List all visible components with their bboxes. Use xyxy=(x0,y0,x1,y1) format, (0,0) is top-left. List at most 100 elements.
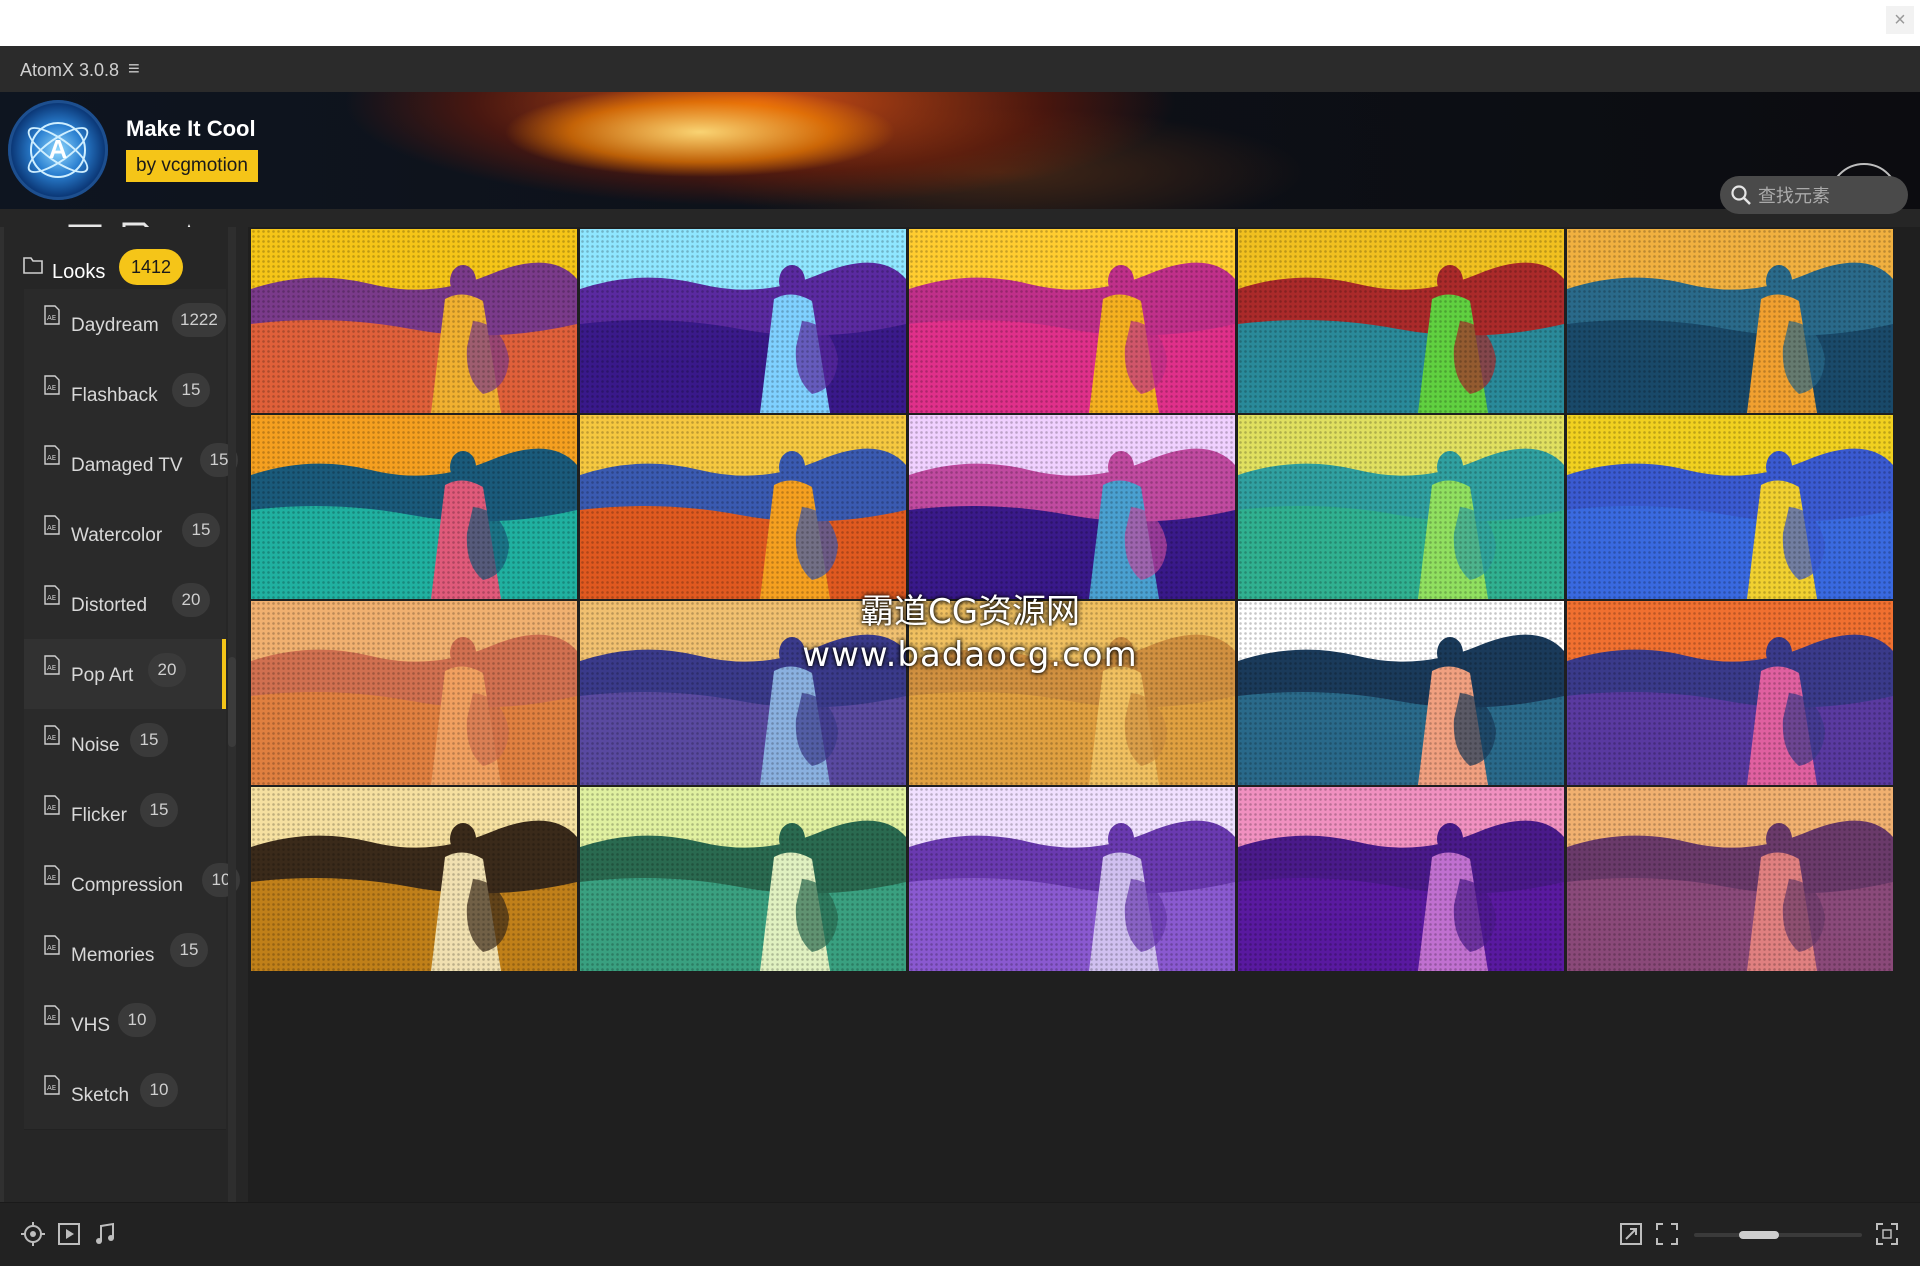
sidebar-item-distorted[interactable]: AE Distorted 20 xyxy=(24,569,226,640)
svg-text:AE: AE xyxy=(47,804,56,812)
svg-text:AE: AE xyxy=(47,874,56,882)
svg-text:AE: AE xyxy=(47,1014,56,1022)
svg-text:AE: AE xyxy=(47,1084,56,1092)
count-badge: 15 xyxy=(130,723,168,757)
count-badge: 20 xyxy=(172,583,210,617)
sidebar-item-sketch[interactable]: AE Sketch 10 xyxy=(24,1059,226,1130)
count-badge: 20 xyxy=(148,653,186,687)
category-sidebar: Looks 1412 AE Daydream 1222 AE Flashback 15 AE… xyxy=(0,227,248,1202)
sidebar-item-compression[interactable]: AE Compression 10 xyxy=(24,849,240,920)
count-badge: 15 xyxy=(172,373,210,407)
look-thumbnail[interactable] xyxy=(580,229,906,413)
sidebar-item-label: Daydream xyxy=(71,315,159,336)
watermark: 霸道CG资源网 www.badaocg.com xyxy=(770,584,1170,675)
look-thumbnail[interactable] xyxy=(251,229,577,413)
ae-file-icon: AE xyxy=(44,725,60,745)
ae-file-icon: AE xyxy=(44,305,60,325)
close-icon[interactable]: × xyxy=(1886,6,1914,34)
ae-file-icon: AE xyxy=(44,1075,60,1095)
sidebar-item-label: VHS xyxy=(71,1015,111,1036)
look-thumbnail[interactable] xyxy=(251,415,577,599)
sidebar-item-noise[interactable]: AE Noise 15 xyxy=(24,709,226,780)
svg-text:AE: AE xyxy=(47,454,56,462)
count-badge: 15 xyxy=(170,933,208,967)
title-bar: AtomX 3.0.8 ≡ xyxy=(0,46,1920,92)
svg-text:AE: AE xyxy=(47,314,56,322)
fullscreen-icon[interactable] xyxy=(1874,1221,1900,1247)
sidebar-item-label: Flashback xyxy=(71,385,158,406)
sidebar-item-label: Memories xyxy=(71,945,155,966)
watermark-line1: 霸道CG资源网 xyxy=(859,592,1081,632)
sidebar-item-damaged-tv[interactable]: AE Damaged TV 15 xyxy=(24,429,238,500)
preset-name: Make It Cool xyxy=(126,116,256,141)
look-thumbnail[interactable] xyxy=(909,787,1235,971)
ae-file-icon: AE xyxy=(44,935,60,955)
fit-icon[interactable] xyxy=(1654,1221,1680,1247)
look-thumbnail[interactable] xyxy=(1567,601,1893,785)
ae-file-icon: AE xyxy=(44,865,60,885)
svg-text:AE: AE xyxy=(47,734,56,742)
count-badge: 15 xyxy=(140,793,178,827)
look-thumbnail[interactable] xyxy=(1238,601,1564,785)
look-thumbnail[interactable] xyxy=(1238,229,1564,413)
looks-count-badge: 1412 xyxy=(119,249,184,285)
count-badge: 10 xyxy=(118,1003,156,1037)
music-note-icon[interactable] xyxy=(92,1221,118,1247)
ae-file-icon: AE xyxy=(44,375,60,395)
look-thumbnail[interactable] xyxy=(1567,787,1893,971)
sidebar-item-vhs[interactable]: AE VHS 10 xyxy=(24,989,226,1060)
ae-file-icon: AE xyxy=(44,585,60,605)
sidebar-item-flashback[interactable]: AE Flashback 15 xyxy=(24,359,226,430)
sidebar-item-label: Watercolor xyxy=(71,525,163,546)
sidebar-item-label: Noise xyxy=(71,735,120,756)
zoom-slider-handle[interactable] xyxy=(1739,1231,1779,1239)
hamburger-icon[interactable]: ≡ xyxy=(128,58,140,81)
search-input[interactable] xyxy=(1756,176,1900,216)
app-title: AtomX 3.0.8 xyxy=(20,60,120,80)
look-thumbnail[interactable] xyxy=(580,415,906,599)
logo-letter: A xyxy=(48,134,68,164)
sidebar-item-label: Compression xyxy=(71,875,183,896)
sidebar-item-label: Damaged TV xyxy=(71,455,183,476)
ae-file-icon: AE xyxy=(44,445,60,465)
ae-file-icon: AE xyxy=(44,1005,60,1025)
look-thumbnail[interactable] xyxy=(251,601,577,785)
folder-icon xyxy=(23,257,43,274)
expand-icon[interactable] xyxy=(1618,1221,1644,1247)
thumbnail-panel xyxy=(248,227,1920,1202)
preset-banner: A Make It Cool by vcgmotion xyxy=(0,92,1920,209)
look-thumbnail[interactable] xyxy=(1238,787,1564,971)
sidebar-item-memories[interactable]: AE Memories 15 xyxy=(24,919,226,990)
play-box-icon[interactable] xyxy=(56,1221,82,1247)
sidebar-item-label: Pop Art xyxy=(71,665,134,686)
zoom-slider[interactable] xyxy=(1694,1231,1862,1239)
sidebar-scrollbar[interactable] xyxy=(228,227,236,1202)
svg-text:AE: AE xyxy=(47,944,56,952)
atomx-logo-icon: A xyxy=(8,100,108,200)
watermark-line2: www.badaocg.com xyxy=(802,635,1138,675)
look-thumbnail[interactable] xyxy=(909,229,1235,413)
look-thumbnail[interactable] xyxy=(251,787,577,971)
count-badge: 15 xyxy=(182,513,220,547)
look-thumbnail[interactable] xyxy=(1567,415,1893,599)
app-window: AtomX 3.0.8 ≡ A Make It Cool by vcgmotio… xyxy=(0,46,1920,1266)
sidebar-item-label: Distorted xyxy=(71,595,148,616)
looks-label: Looks xyxy=(52,261,106,283)
ae-file-icon: AE xyxy=(44,515,60,535)
svg-text:AE: AE xyxy=(47,664,56,672)
search-icon xyxy=(1731,185,1751,205)
sidebar-item-pop-art[interactable]: AE Pop Art 20 xyxy=(24,639,226,710)
sidebar-item-flicker[interactable]: AE Flicker 15 xyxy=(24,779,226,850)
look-thumbnail[interactable] xyxy=(1567,229,1893,413)
host-window-bar: × xyxy=(0,0,1920,47)
author-badge[interactable]: by vcgmotion xyxy=(126,150,258,182)
look-thumbnail[interactable] xyxy=(909,415,1235,599)
sidebar-item-daydream[interactable]: AE Daydream 1222 xyxy=(24,289,226,360)
sidebar-item-watercolor[interactable]: AE Watercolor 15 xyxy=(24,499,226,570)
look-thumbnail[interactable] xyxy=(1238,415,1564,599)
search-box[interactable] xyxy=(1720,176,1908,216)
sidebar-item-label: Sketch xyxy=(71,1085,130,1106)
target-icon[interactable] xyxy=(20,1221,46,1247)
look-thumbnail[interactable] xyxy=(580,787,906,971)
svg-text:AE: AE xyxy=(47,524,56,532)
